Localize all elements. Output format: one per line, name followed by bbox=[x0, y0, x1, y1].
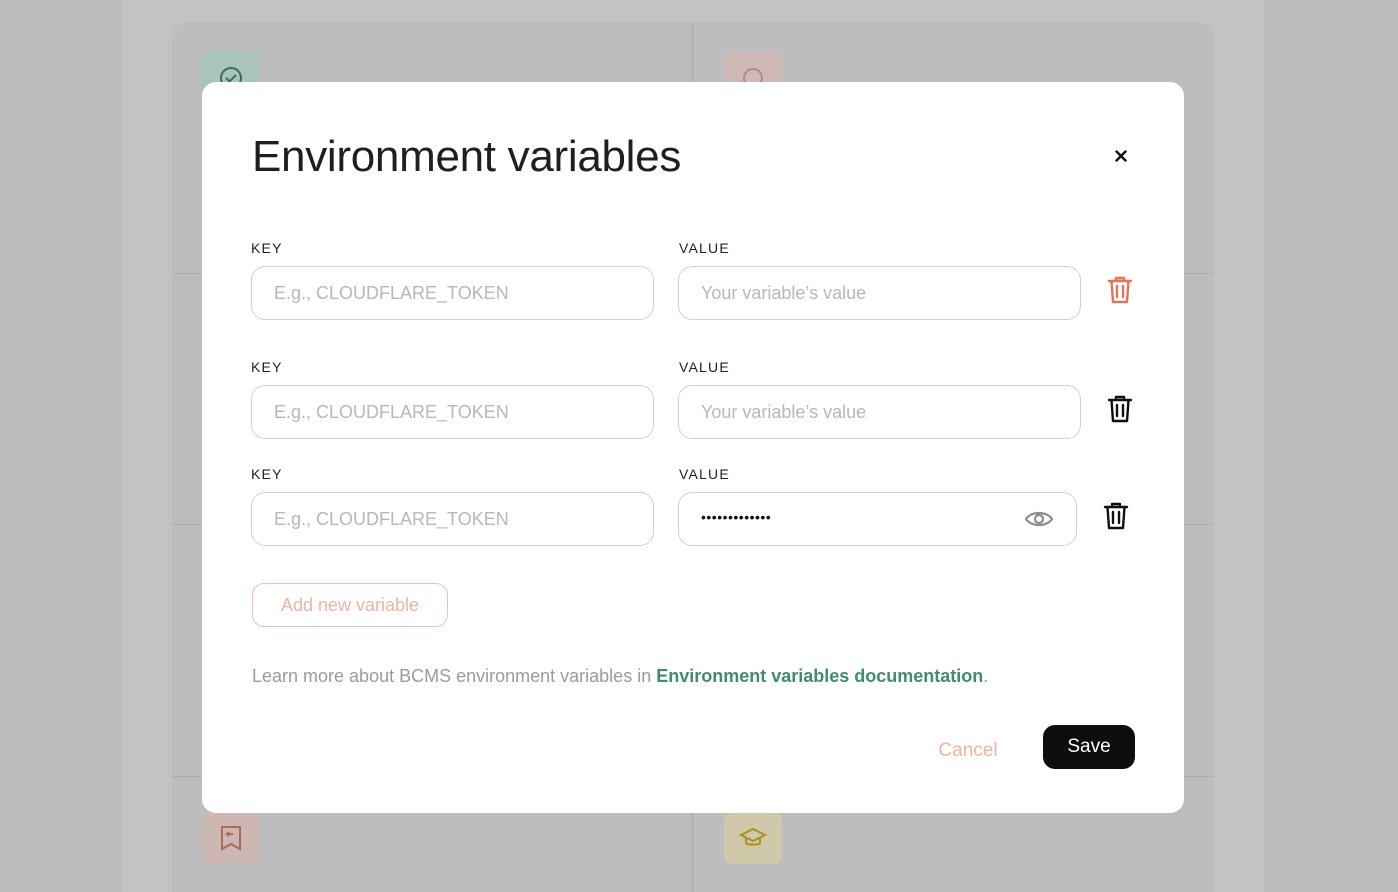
delete-variable-button[interactable] bbox=[1106, 394, 1134, 424]
learn-more-suffix: . bbox=[983, 666, 989, 686]
close-button[interactable] bbox=[1109, 144, 1133, 168]
delete-variable-button[interactable] bbox=[1106, 275, 1134, 305]
value-input[interactable] bbox=[678, 266, 1081, 320]
save-button[interactable]: Save bbox=[1043, 725, 1135, 769]
eye-icon bbox=[1024, 511, 1054, 527]
masked-value: ••••••••••••• bbox=[701, 509, 772, 525]
modal-title: Environment variables bbox=[252, 132, 682, 181]
key-input[interactable] bbox=[251, 385, 654, 439]
trash-icon bbox=[1107, 395, 1133, 423]
cancel-button[interactable]: Cancel bbox=[918, 736, 1018, 766]
key-input[interactable] bbox=[251, 266, 654, 320]
learn-more-text: Learn more about BCMS environment variab… bbox=[252, 666, 988, 687]
value-label: VALUE bbox=[679, 466, 730, 482]
trash-icon bbox=[1107, 276, 1133, 304]
documentation-link[interactable]: Environment variables documentation bbox=[656, 666, 983, 686]
trash-icon bbox=[1103, 502, 1129, 530]
key-label: KEY bbox=[251, 359, 283, 375]
value-label: VALUE bbox=[679, 359, 730, 375]
close-icon bbox=[1115, 150, 1127, 162]
value-password-input[interactable]: ••••••••••••• bbox=[678, 492, 1077, 546]
environment-variables-modal: Environment variables KEY VALUE KEY VALU… bbox=[202, 82, 1184, 813]
delete-variable-button[interactable] bbox=[1102, 501, 1130, 531]
value-label: VALUE bbox=[679, 240, 730, 256]
key-label: KEY bbox=[251, 240, 283, 256]
value-input[interactable] bbox=[678, 385, 1081, 439]
key-input[interactable] bbox=[251, 492, 654, 546]
add-new-variable-button[interactable]: Add new variable bbox=[252, 583, 448, 627]
key-label: KEY bbox=[251, 466, 283, 482]
toggle-visibility-button[interactable] bbox=[1024, 506, 1054, 532]
learn-more-prefix: Learn more about BCMS environment variab… bbox=[252, 666, 657, 686]
